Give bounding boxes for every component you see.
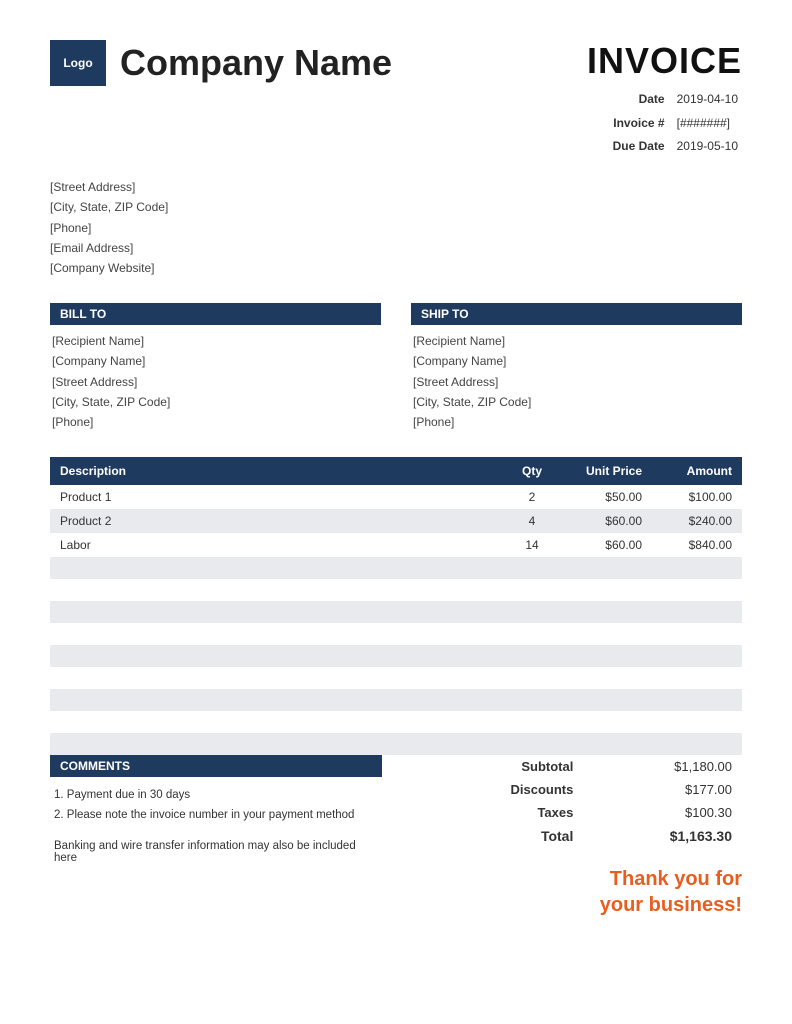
comments-box: COMMENTS 1. Payment due in 30 days 2. Pl… bbox=[50, 755, 382, 864]
due-label: Due Date bbox=[609, 135, 673, 159]
row-amount: $100.00 bbox=[652, 485, 742, 509]
bill-company: [Company Name] bbox=[52, 351, 381, 371]
bill-ship-section: BILL TO [Recipient Name] [Company Name] … bbox=[50, 303, 742, 433]
comment-line1: 1. Payment due in 30 days bbox=[54, 785, 378, 806]
thank-you-line1: Thank you for bbox=[424, 866, 742, 892]
header-right: INVOICE Date 2019-04-10 Invoice # [#####… bbox=[587, 40, 742, 159]
empty-row bbox=[50, 733, 742, 755]
table-row: Labor 14 $60.00 $840.00 bbox=[50, 533, 742, 557]
comments-extra: Banking and wire transfer information ma… bbox=[50, 840, 382, 864]
row-unit-price: $50.00 bbox=[562, 485, 652, 509]
discounts-row: Discounts $177.00 bbox=[424, 778, 742, 801]
row-amount: $840.00 bbox=[652, 533, 742, 557]
taxes-value: $100.30 bbox=[583, 801, 742, 824]
subtotal-value: $1,180.00 bbox=[583, 755, 742, 778]
logo-text: Logo bbox=[63, 56, 92, 70]
ship-company: [Company Name] bbox=[413, 351, 742, 371]
invoice-header: Logo Company Name INVOICE Date 2019-04-1… bbox=[50, 40, 742, 159]
row-amount: $240.00 bbox=[652, 509, 742, 533]
row-qty: 4 bbox=[502, 509, 562, 533]
row-unit-price: $60.00 bbox=[562, 533, 652, 557]
total-row: Total $1,163.30 bbox=[424, 824, 742, 848]
total-value: $1,163.30 bbox=[583, 824, 742, 848]
comments-header: COMMENTS bbox=[50, 755, 382, 777]
invoice-value: [#######] bbox=[673, 112, 742, 136]
empty-row bbox=[50, 601, 742, 623]
ship-street: [Street Address] bbox=[413, 372, 742, 392]
table-row: Product 2 4 $60.00 $240.00 bbox=[50, 509, 742, 533]
row-description: Labor bbox=[50, 533, 502, 557]
meta-info: Date 2019-04-10 Invoice # [#######] Due … bbox=[609, 88, 742, 159]
row-description: Product 1 bbox=[50, 485, 502, 509]
date-value: 2019-04-10 bbox=[673, 88, 742, 112]
discounts-label: Discounts bbox=[424, 778, 584, 801]
ship-to-header: SHIP TO bbox=[411, 303, 742, 325]
address-city: [City, State, ZIP Code] bbox=[50, 197, 742, 217]
due-value: 2019-05-10 bbox=[673, 135, 742, 159]
col-description: Description bbox=[50, 457, 502, 485]
empty-row bbox=[50, 645, 742, 667]
company-address: [Street Address] [City, State, ZIP Code]… bbox=[50, 177, 742, 279]
row-qty: 2 bbox=[502, 485, 562, 509]
taxes-row: Taxes $100.30 bbox=[424, 801, 742, 824]
address-street: [Street Address] bbox=[50, 177, 742, 197]
col-unit-price: Unit Price bbox=[562, 457, 652, 485]
thank-you: Thank you for your business! bbox=[424, 866, 742, 918]
row-description: Product 2 bbox=[50, 509, 502, 533]
date-label: Date bbox=[609, 88, 673, 112]
empty-row bbox=[50, 623, 742, 645]
empty-row bbox=[50, 689, 742, 711]
subtotal-label: Subtotal bbox=[424, 755, 584, 778]
discounts-value: $177.00 bbox=[583, 778, 742, 801]
bill-to-header: BILL TO bbox=[50, 303, 381, 325]
ship-to-block: SHIP TO [Recipient Name] [Company Name] … bbox=[411, 303, 742, 433]
empty-row bbox=[50, 711, 742, 733]
empty-row bbox=[50, 579, 742, 601]
bill-city: [City, State, ZIP Code] bbox=[52, 392, 381, 412]
ship-to-content: [Recipient Name] [Company Name] [Street … bbox=[411, 331, 742, 433]
table-row: Product 1 2 $50.00 $100.00 bbox=[50, 485, 742, 509]
bill-phone: [Phone] bbox=[52, 412, 381, 432]
ship-city: [City, State, ZIP Code] bbox=[413, 392, 742, 412]
total-label: Total bbox=[424, 824, 584, 848]
company-name: Company Name bbox=[120, 42, 392, 84]
bill-street: [Street Address] bbox=[52, 372, 381, 392]
col-qty: Qty bbox=[502, 457, 562, 485]
totals-section: Subtotal $1,180.00 Discounts $177.00 Tax… bbox=[424, 755, 742, 918]
comments-content: 1. Payment due in 30 days 2. Please note… bbox=[50, 785, 382, 826]
address-phone: [Phone] bbox=[50, 218, 742, 238]
address-email: [Email Address] bbox=[50, 238, 742, 258]
logo-box: Logo bbox=[50, 40, 106, 86]
empty-row bbox=[50, 557, 742, 579]
bill-to-content: [Recipient Name] [Company Name] [Street … bbox=[50, 331, 381, 433]
invoice-label: Invoice # bbox=[609, 112, 673, 136]
bill-to-block: BILL TO [Recipient Name] [Company Name] … bbox=[50, 303, 381, 433]
bottom-section: COMMENTS 1. Payment due in 30 days 2. Pl… bbox=[50, 755, 742, 918]
ship-phone: [Phone] bbox=[413, 412, 742, 432]
invoice-title: INVOICE bbox=[587, 40, 742, 82]
address-website: [Company Website] bbox=[50, 258, 742, 278]
thank-you-line2: your business! bbox=[424, 892, 742, 918]
comment-line2: 2. Please note the invoice number in you… bbox=[54, 805, 378, 826]
col-amount: Amount bbox=[652, 457, 742, 485]
bill-recipient: [Recipient Name] bbox=[52, 331, 381, 351]
items-table: Description Qty Unit Price Amount Produc… bbox=[50, 457, 742, 755]
header-left: Logo Company Name bbox=[50, 40, 392, 86]
table-header-row: Description Qty Unit Price Amount bbox=[50, 457, 742, 485]
taxes-label: Taxes bbox=[424, 801, 584, 824]
subtotal-row: Subtotal $1,180.00 bbox=[424, 755, 742, 778]
ship-recipient: [Recipient Name] bbox=[413, 331, 742, 351]
row-unit-price: $60.00 bbox=[562, 509, 652, 533]
empty-row bbox=[50, 667, 742, 689]
row-qty: 14 bbox=[502, 533, 562, 557]
totals-table: Subtotal $1,180.00 Discounts $177.00 Tax… bbox=[424, 755, 742, 848]
